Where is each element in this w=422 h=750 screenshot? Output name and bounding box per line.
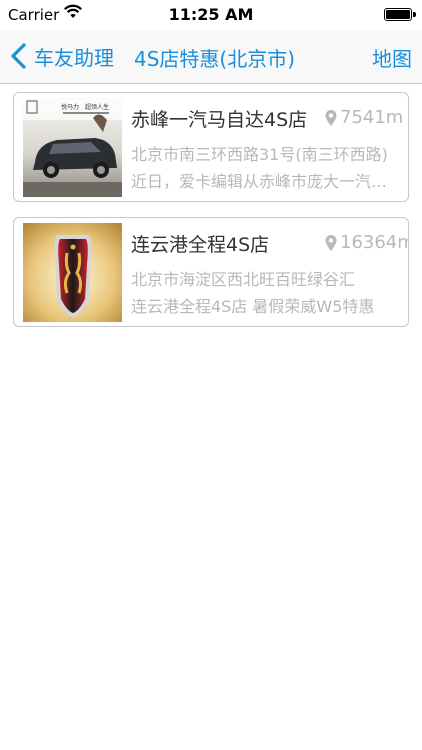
back-button[interactable]: 车友助理 [8,39,114,73]
ad-slogan-text: 超领人生 [85,103,109,111]
dealer-list: 悦马力 超领人生 赤峰一汽马自达4S店 7541m 北京市南三环西路31号(南三… [13,92,409,342]
map-button[interactable]: 地图 [372,43,412,72]
battery-icon [384,8,416,21]
dealer-name: 连云港全程4S店 [131,234,270,256]
dealer-distance: 16364m [325,232,409,253]
page-title: 4S店特惠(北京市) [134,47,296,71]
dealer-address: 北京市南三环西路31号(南三环西路) [131,145,388,164]
status-bar: Carrier 11:25 AM [0,0,422,30]
dealer-promo: 近日，爱卡编辑从赤峰市庞大一汽马自达4S店获悉 [131,172,391,191]
dealer-address: 北京市海淀区西北旺百旺绿谷汇 [131,270,356,289]
clock: 11:25 AM [168,5,254,24]
distance-value: 7541m [340,107,404,128]
dealer-name: 赤峰一汽马自达4S店 [131,109,308,131]
location-pin-icon [325,234,337,251]
list-item[interactable]: 悦马力 超领人生 赤峰一汽马自达4S店 7541m 北京市南三环西路31号(南三… [13,92,409,202]
dealer-distance: 7541m [325,107,403,128]
distance-value: 16364m [340,232,409,253]
minivan-ad-image: 悦马力 超领人生 [23,98,122,197]
back-button-label: 车友助理 [34,45,114,70]
ad-brand-text: 悦马力 [61,103,79,111]
list-item[interactable]: 连云港全程4S店 16364m 北京市海淀区西北旺百旺绿谷汇 连云港全程4S店 … [13,217,409,327]
chevron-left-icon [11,43,26,69]
dealer-promo: 连云港全程4S店 暑假荣威W5特惠 [131,297,375,316]
navigation-bar: 车友助理 4S店特惠(北京市) 地图 [0,30,422,84]
location-pin-icon [325,109,337,126]
dealer-thumbnail: 悦马力 超领人生 [23,98,122,197]
emblem-image [23,223,122,322]
dealer-thumbnail [23,223,122,322]
